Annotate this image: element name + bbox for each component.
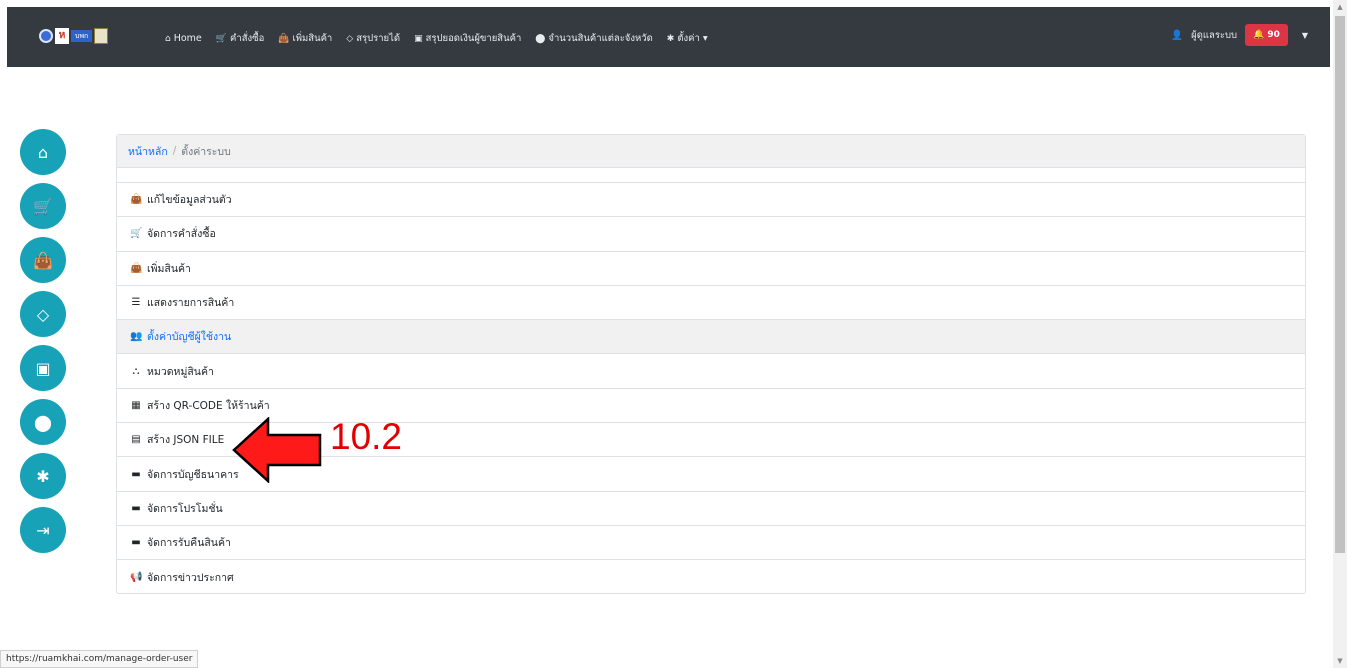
page: ห บพก ⌂ Home 🛒 คำสั่งซื้อ 👜 เพิ่มสินค้า ◇ สรุปร…: [0, 0, 1347, 668]
cart-icon: 🛒: [215, 33, 227, 44]
nav-item-home[interactable]: ⌂ Home: [165, 31, 202, 46]
settings-list-item[interactable]: 👜 แก้ไขข้อมูลส่วนตัว: [117, 183, 1305, 218]
settings-list-item-label: แก้ไขข้อมูลส่วนตัว: [147, 194, 232, 207]
user-menu-label[interactable]: ผู้ดูแลระบบ: [1191, 28, 1237, 43]
notification-count: 90: [1267, 30, 1280, 40]
breadcrumb: หน้าหลัก / ตั้งค่าระบบ: [117, 135, 1305, 168]
annotation-arrow: [232, 417, 322, 483]
settings-list-item-label: จัดการรับคืนสินค้า: [147, 537, 231, 550]
money-icon[interactable]: ▣: [20, 345, 66, 391]
users-icon: 👥: [130, 331, 143, 343]
nav-item-label: Home: [173, 33, 202, 44]
list-icon: ☰: [131, 297, 141, 309]
seal-logo-icon: [39, 29, 53, 43]
user-dropdown-chevron-icon[interactable]: ▼: [1302, 31, 1308, 40]
home-icon: ⌂: [165, 33, 171, 44]
id-card-icon: ▬: [131, 468, 141, 480]
money-icon: ▣: [414, 33, 423, 44]
file-code-icon: ▤: [131, 434, 141, 446]
breadcrumb-separator: /: [172, 145, 177, 157]
scroll-up-icon[interactable]: ▲: [1333, 0, 1347, 14]
bell-icon: 🔔: [1253, 30, 1265, 40]
nav-item-label: จำนวนสินค้าแต่ละจังหวัด: [548, 33, 653, 44]
nav-item-label: เพิ่มสินค้า: [292, 33, 333, 44]
cart-icon[interactable]: 🛒: [20, 183, 66, 229]
user-area: 👤 ผู้ดูแลระบบ 🔔 90 ▼: [1171, 24, 1308, 46]
cart-icon: 🛒: [130, 228, 143, 240]
site-logo[interactable]: ห บพก: [39, 27, 109, 45]
settings-list-item[interactable]: 👜 เพิ่มสินค้า: [117, 252, 1305, 286]
gear-icon: ✱: [666, 33, 675, 44]
id-card-icon: ▬: [131, 502, 141, 514]
settings-list-item[interactable]: 📢 จัดการข่าวประกาศ: [117, 560, 1305, 594]
nav-item-location[interactable]: ⬤ จำนวนสินค้าแต่ละจังหวัด: [535, 31, 652, 46]
settings-list-item-label: สร้าง JSON FILE: [147, 434, 225, 447]
bag-icon: 👜: [130, 262, 143, 274]
settings-list: 👜 แก้ไขข้อมูลส่วนตัว 🛒 จัดการคำสั่งซื้อ 👜 เพิ…: [117, 183, 1305, 595]
scroll-thumb[interactable]: [1335, 16, 1345, 553]
nav-item-cart[interactable]: 🛒 คำสั่งซื้อ: [216, 31, 265, 46]
qrcode-icon: ▦: [131, 399, 141, 411]
main-menu: ⌂ Home 🛒 คำสั่งซื้อ 👜 เพิ่มสินค้า ◇ สรุปรายได้ ▣…: [165, 31, 708, 46]
status-bar-url: https://ruamkhai.com/manage-order-user: [0, 650, 199, 668]
nav-item-label: สรุปรายได้: [356, 33, 401, 44]
settings-list-item-label: จัดการโปรโมชั่น: [147, 502, 223, 515]
nav-item-money[interactable]: ▣ สรุปยอดเงินผู้ขายสินค้า: [414, 31, 521, 46]
logo-tag: บพก: [71, 30, 93, 42]
crest-logo-icon: [94, 28, 109, 44]
settings-list-item[interactable]: ☰ แสดงรายการสินค้า: [117, 286, 1305, 321]
nav-item-label: คำสั่งซื้อ: [230, 33, 265, 44]
brand-mark-icon: ห: [55, 28, 69, 44]
settings-list-item[interactable]: ▬ จัดการรับคืนสินค้า: [117, 526, 1305, 561]
nav-item-gear[interactable]: ✱ ตั้งค่า ▾: [667, 31, 708, 46]
bag-icon: 👜: [130, 194, 143, 206]
gem-icon: ◇: [346, 33, 354, 44]
gem-icon[interactable]: ◇: [20, 291, 66, 337]
list-header-spacer: [117, 168, 1305, 183]
settings-list-item-label: เพิ่มสินค้า: [147, 262, 191, 275]
settings-list-item[interactable]: ▬ จัดการโปรโมชั่น: [117, 492, 1305, 526]
settings-list-item-label: จัดการบัญชีธนาคาร: [147, 468, 239, 481]
annotation-label: 10.2: [330, 416, 403, 457]
id-card-icon: ▬: [131, 537, 141, 549]
bag-icon[interactable]: 👜: [20, 237, 66, 283]
gear-icon[interactable]: ✱: [20, 453, 66, 499]
page-scrollbar[interactable]: ▲ ▼: [1333, 0, 1347, 668]
nav-item-label: ตั้งค่า ▾: [677, 33, 708, 44]
settings-list-item-label: ตั้งค่าบัญชีผู้ใช้งาน: [147, 331, 232, 344]
settings-list-item[interactable]: 🛒 จัดการคำสั่งซื้อ: [117, 217, 1305, 252]
scroll-down-icon[interactable]: ▼: [1333, 654, 1347, 668]
nav-item-bag[interactable]: 👜 เพิ่มสินค้า: [278, 31, 332, 46]
nav-item-gem[interactable]: ◇ สรุปรายได้: [346, 31, 400, 46]
settings-list-item[interactable]: ⛬ หมวดหมู่สินค้า: [117, 354, 1305, 389]
settings-list-item-label: จัดการคำสั่งซื้อ: [147, 228, 216, 241]
bag-icon: 👜: [278, 33, 290, 44]
settings-list-item-label: สร้าง QR-CODE ให้ร้านค้า: [147, 399, 270, 412]
settings-panel: หน้าหลัก / ตั้งค่าระบบ 👜 แก้ไขข้อมูลส่วนต…: [116, 134, 1306, 594]
location-icon: ⬤: [535, 33, 546, 44]
sitemap-icon: ⛬: [132, 365, 140, 377]
top-navbar: ห บพก ⌂ Home 🛒 คำสั่งซื้อ 👜 เพิ่มสินค้า ◇ สรุปร…: [7, 7, 1330, 67]
megaphone-icon: 📢: [130, 571, 143, 583]
logout-icon[interactable]: ⇥: [20, 507, 66, 553]
breadcrumb-current: ตั้งค่าระบบ: [181, 145, 231, 158]
notification-button[interactable]: 🔔 90: [1245, 24, 1288, 46]
nav-item-label: สรุปยอดเงินผู้ขายสินค้า: [425, 33, 522, 44]
side-nav: ⌂ 🛒 👜 ◇ ▣ ⬤ ✱ ⇥: [20, 129, 66, 561]
settings-list-item-label: จัดการข่าวประกาศ: [147, 571, 234, 584]
user-icon: 👤: [1171, 29, 1184, 41]
settings-list-item-label: แสดงรายการสินค้า: [147, 297, 235, 310]
settings-list-item[interactable]: 👥 ตั้งค่าบัญชีผู้ใช้งาน: [117, 320, 1305, 355]
home-icon[interactable]: ⌂: [20, 129, 66, 175]
location-icon[interactable]: ⬤: [20, 399, 66, 445]
settings-list-item-label: หมวดหมู่สินค้า: [147, 365, 214, 378]
breadcrumb-home-link[interactable]: หน้าหลัก: [128, 143, 168, 160]
